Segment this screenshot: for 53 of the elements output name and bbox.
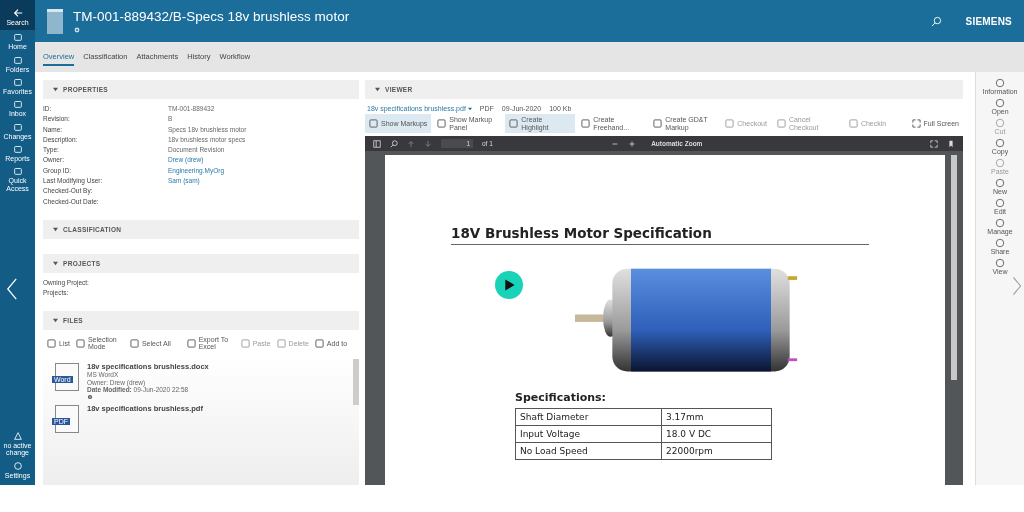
zoom-in-icon[interactable] <box>628 139 637 148</box>
search-icon[interactable] <box>930 15 942 27</box>
search-icon[interactable] <box>390 139 398 148</box>
caret-icon <box>53 226 58 232</box>
table-cell: 3.17mm <box>662 409 772 426</box>
toolbar-icon <box>369 119 378 128</box>
nav-icon <box>12 166 23 177</box>
document-heading: 18V Brushless Motor Specification <box>451 225 869 245</box>
table-cell: Input Voltage <box>516 426 662 443</box>
expand-icon[interactable] <box>929 139 938 148</box>
scrollbar[interactable] <box>951 155 957 380</box>
table-cell: 18.0 V DC <box>662 426 772 443</box>
scrollbar[interactable] <box>353 358 359 405</box>
caret-icon <box>467 106 472 111</box>
nav-icon <box>12 32 23 43</box>
brand-logo: SIEMENS <box>965 15 1012 27</box>
toolbar-icon <box>581 119 591 128</box>
bookmark-icon[interactable] <box>946 139 955 148</box>
table-cell: No Load Speed <box>516 443 662 460</box>
toolbar-icon <box>240 338 250 348</box>
page-title: TM-001-889432/B-Specs 18v brushless motor <box>73 8 351 24</box>
caret-icon <box>53 260 58 266</box>
settings-icon <box>12 460 23 471</box>
nav-icon <box>12 99 23 110</box>
toolbar-icon <box>129 338 139 348</box>
toolbar-icon <box>776 119 786 128</box>
nav-icon <box>12 121 23 132</box>
toolbar-icon <box>653 119 663 128</box>
change-icon <box>12 430 23 441</box>
document-icon <box>47 8 63 34</box>
toolbar-icon <box>186 338 196 348</box>
nav-icon <box>12 54 23 65</box>
toolbar-icon <box>437 119 447 128</box>
caret-icon <box>375 87 380 92</box>
caret-icon <box>53 317 58 323</box>
nav-icon <box>12 77 23 88</box>
nav-icon <box>12 8 23 18</box>
chevron-left-icon[interactable] <box>6 278 18 300</box>
toolbar-icon <box>725 119 735 128</box>
table-cell: 22000rpm <box>662 443 772 460</box>
toolbar-icon <box>47 338 56 348</box>
toolbar-icon <box>276 338 286 348</box>
expand-icon <box>911 119 921 128</box>
caret-icon <box>53 87 58 92</box>
toolbar-icon <box>848 119 858 128</box>
specifications-heading: Specifications: <box>515 391 607 404</box>
toolbar-icon <box>314 338 324 348</box>
play-button[interactable] <box>495 271 523 299</box>
toolbar-icon <box>75 338 85 348</box>
table-cell: Shaft Diameter <box>516 409 662 426</box>
nav-icon <box>12 144 23 155</box>
sidebar-toggle-icon[interactable] <box>373 139 381 148</box>
toolbar-icon <box>509 119 519 128</box>
